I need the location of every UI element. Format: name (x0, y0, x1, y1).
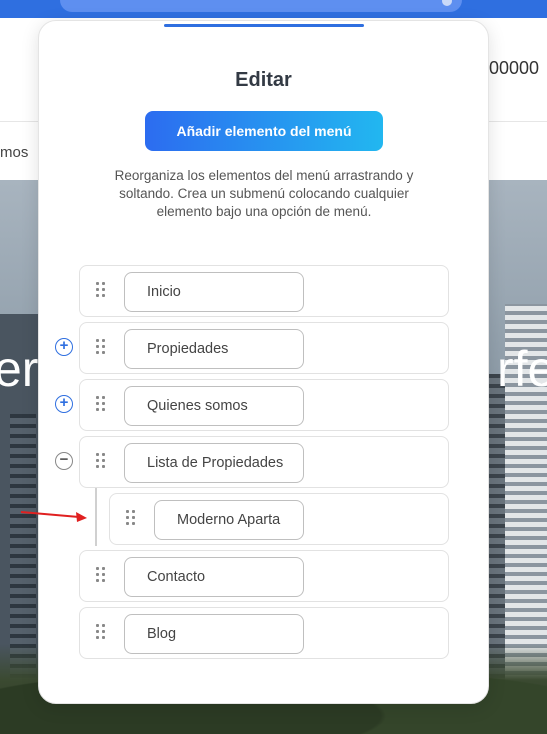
menu-item-row[interactable]: Inicio (79, 265, 449, 317)
menu-item-row[interactable]: Blog (79, 607, 449, 659)
drag-handle-icon[interactable] (96, 396, 110, 416)
menu-item-row[interactable]: Quienes somos (79, 379, 449, 431)
menu-item-row[interactable]: Contacto (79, 550, 449, 602)
drag-handle-icon[interactable] (96, 624, 110, 644)
drag-handle-icon[interactable] (96, 453, 110, 473)
instructions-text: Reorganiza los elementos del menú arrast… (114, 168, 414, 219)
collapse-minus-icon[interactable]: − (55, 452, 73, 470)
modal-title: Editar (235, 69, 292, 91)
menu-item-label[interactable]: Blog (124, 614, 304, 654)
expand-plus-icon[interactable]: + (55, 338, 73, 356)
menu-item-label[interactable]: Contacto (124, 557, 304, 597)
search-icon[interactable] (442, 0, 452, 6)
edit-menu-modal: Editar Añadir elemento del menú Reorgani… (38, 20, 489, 704)
top-nav-bar (0, 0, 547, 18)
drag-handle-icon[interactable] (126, 510, 140, 530)
menu-item-label[interactable]: Propiedades (124, 329, 304, 369)
modal-accent-line (164, 24, 364, 27)
drag-handle-icon[interactable] (96, 567, 110, 587)
menu-item-label[interactable]: Lista de Propiedades (124, 443, 304, 483)
menu-item-row[interactable]: Propiedades (79, 322, 449, 374)
drag-handle-icon[interactable] (96, 282, 110, 302)
hero-heading-left: er (0, 341, 39, 397)
add-menu-item-button[interactable]: Añadir elemento del menú (145, 111, 383, 151)
menu-item-label[interactable]: Quienes somos (124, 386, 304, 426)
menu-item-label[interactable]: Inicio (124, 272, 304, 312)
expand-plus-icon[interactable]: + (55, 395, 73, 413)
header-number: 00000 (488, 58, 539, 78)
annotation-arrow-icon (21, 511, 87, 522)
search-bar[interactable] (60, 0, 462, 12)
menu-item-row[interactable]: Lista de Propiedades (79, 436, 449, 488)
submenu-connector-line (95, 488, 97, 546)
drag-handle-icon[interactable] (96, 339, 110, 359)
nav-item-partial[interactable]: mos (0, 144, 28, 161)
hero-heading-right: rfe (497, 341, 547, 397)
submenu-item-row[interactable]: Moderno Aparta (109, 493, 449, 545)
menu-item-label[interactable]: Moderno Aparta (154, 500, 304, 540)
